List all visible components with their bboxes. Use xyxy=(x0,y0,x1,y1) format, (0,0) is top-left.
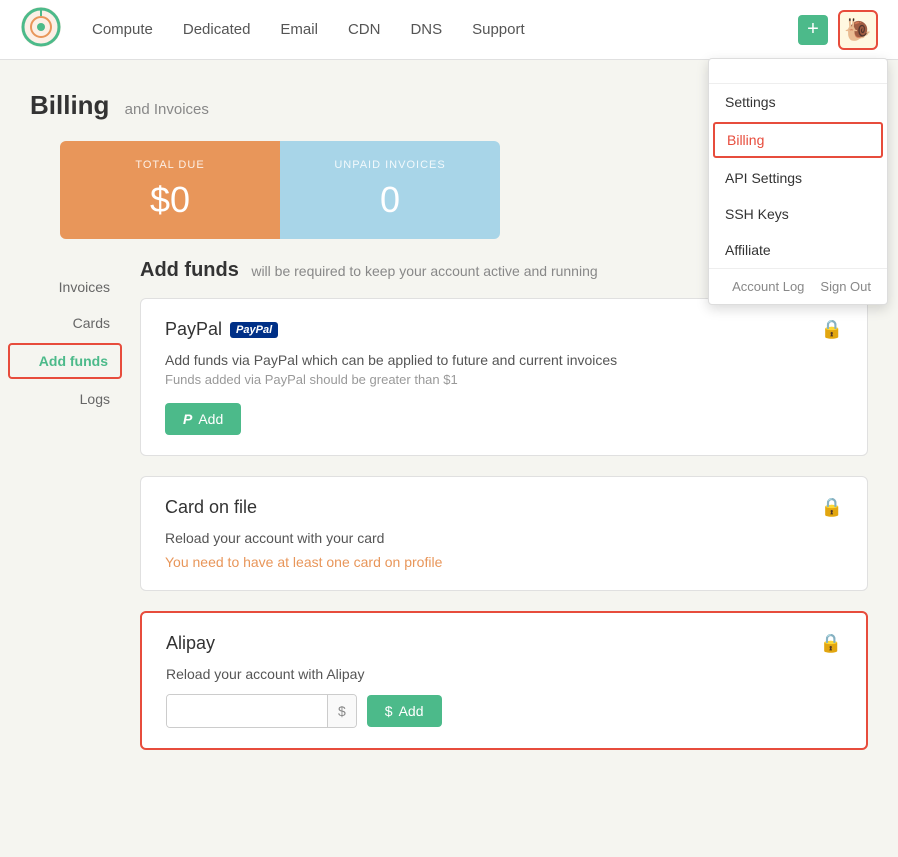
card-title: Card on file xyxy=(165,497,257,518)
content-title-sub: will be required to keep your account ac… xyxy=(251,263,597,279)
header-right: + 🐌 xyxy=(798,10,878,50)
user-dropdown: Settings Billing API Settings SSH Keys A… xyxy=(708,58,888,305)
plus-button[interactable]: + xyxy=(798,15,828,45)
content-area: Add funds will be required to keep your … xyxy=(130,259,898,800)
paypal-title-text: PayPal xyxy=(165,319,222,340)
sidebar-item-logs[interactable]: Logs xyxy=(0,381,130,417)
nav-support[interactable]: Support xyxy=(472,21,525,38)
dollar-sign-icon: $ xyxy=(327,695,356,727)
nav-compute[interactable]: Compute xyxy=(92,21,153,38)
paypal-add-button[interactable]: P Add xyxy=(165,403,241,435)
total-due-card: TOTAL DUE $0 xyxy=(60,141,280,239)
card-lock-icon: 🔒 xyxy=(821,497,843,518)
dropdown-footer: Account Log Sign Out xyxy=(709,268,887,304)
sidebar-item-cards[interactable]: Cards xyxy=(0,305,130,341)
card-header: Card on file 🔒 xyxy=(165,497,843,518)
nav-cdn[interactable]: CDN xyxy=(348,21,381,38)
paypal-note: Funds added via PayPal should be greater… xyxy=(165,372,843,387)
dropdown-settings[interactable]: Settings xyxy=(709,84,887,120)
dropdown-greeting xyxy=(709,59,887,84)
paypal-logo-badge: PayPal xyxy=(230,322,278,338)
dropdown-ssh-keys[interactable]: SSH Keys xyxy=(709,196,887,232)
unpaid-invoices-card: UNPAID INVOICES 0 xyxy=(280,141,500,239)
paypal-lock-icon: 🔒 xyxy=(821,319,843,340)
alipay-lock-icon: 🔒 xyxy=(820,633,842,654)
paypal-header: PayPal PayPal 🔒 xyxy=(165,319,843,340)
card-warning: You need to have at least one card on pr… xyxy=(165,554,843,570)
nav-dedicated[interactable]: Dedicated xyxy=(183,21,251,38)
paypal-description: Add funds via PayPal which can be applie… xyxy=(165,352,843,368)
logo[interactable] xyxy=(20,6,62,53)
page-title: Billing and Invoices xyxy=(30,90,209,120)
card-section: Card on file 🔒 Reload your account with … xyxy=(140,476,868,591)
dropdown-affiliate[interactable]: Affiliate xyxy=(709,232,887,268)
card-title-text: Card on file xyxy=(165,497,257,518)
sidebar: Invoices Cards Add funds Logs xyxy=(0,259,130,800)
user-avatar[interactable]: 🐌 xyxy=(838,10,878,50)
main-nav: Compute Dedicated Email CDN DNS Support xyxy=(92,21,798,38)
header: Compute Dedicated Email CDN DNS Support … xyxy=(0,0,898,60)
total-due-label: TOTAL DUE xyxy=(100,159,240,171)
alipay-add-label: Add xyxy=(399,703,424,719)
alipay-title-text: Alipay xyxy=(166,633,215,654)
dropdown-sign-out[interactable]: Sign Out xyxy=(820,279,871,294)
unpaid-invoices-label: UNPAID INVOICES xyxy=(320,159,460,171)
nav-email[interactable]: Email xyxy=(280,21,318,38)
alipay-add-button[interactable]: $ Add xyxy=(367,695,442,727)
alipay-input-wrap: $ xyxy=(166,694,357,728)
dropdown-api-settings[interactable]: API Settings xyxy=(709,160,887,196)
alipay-description: Reload your account with Alipay xyxy=(166,666,842,682)
sidebar-item-invoices[interactable]: Invoices xyxy=(0,269,130,305)
alipay-section: Alipay 🔒 Reload your account with Alipay… xyxy=(140,611,868,750)
content-title-bold: Add funds xyxy=(140,259,239,281)
paypal-title: PayPal PayPal xyxy=(165,319,278,340)
dropdown-account-log[interactable]: Account Log xyxy=(732,279,804,294)
paypal-p-icon: P xyxy=(183,411,192,427)
alipay-amount-input[interactable] xyxy=(167,695,327,727)
total-due-value: $0 xyxy=(100,179,240,221)
alipay-title: Alipay xyxy=(166,633,215,654)
paypal-section: PayPal PayPal 🔒 Add funds via PayPal whi… xyxy=(140,298,868,456)
alipay-input-row: $ $ Add xyxy=(166,694,842,728)
snail-icon: 🐌 xyxy=(844,17,871,43)
alipay-dollar-icon: $ xyxy=(385,703,393,719)
sidebar-item-add-funds[interactable]: Add funds xyxy=(8,343,122,379)
nav-dns[interactable]: DNS xyxy=(410,21,442,38)
card-description: Reload your account with your card xyxy=(165,530,843,546)
alipay-header: Alipay 🔒 xyxy=(166,633,842,654)
paypal-add-label: Add xyxy=(198,411,223,427)
unpaid-invoices-value: 0 xyxy=(320,179,460,221)
main-layout: Invoices Cards Add funds Logs Add funds … xyxy=(0,259,898,800)
dropdown-billing[interactable]: Billing xyxy=(713,122,883,158)
